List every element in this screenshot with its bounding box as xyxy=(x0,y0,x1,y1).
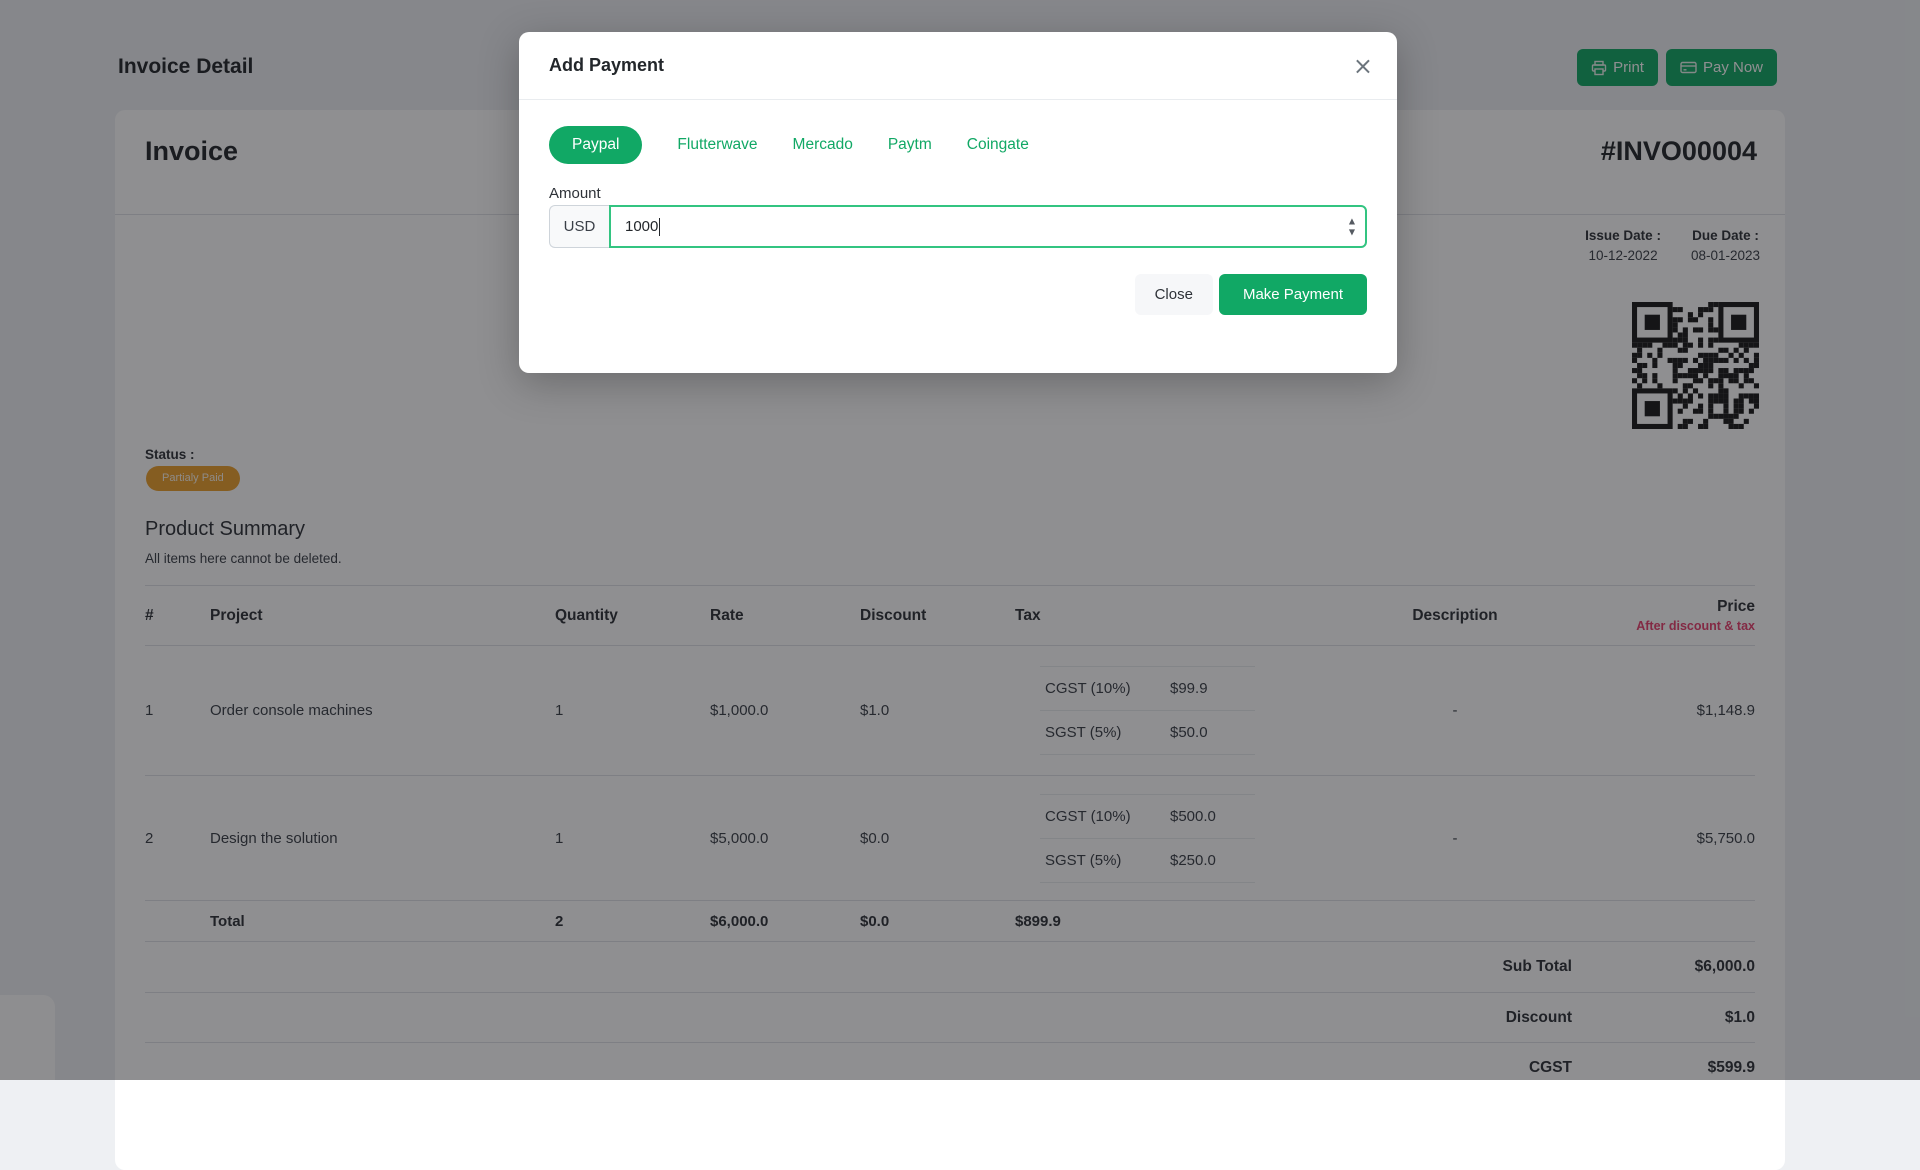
amount-input-group: USD 1000 ▲ ▼ xyxy=(549,205,1367,248)
spinner-down-icon[interactable]: ▼ xyxy=(1347,227,1357,237)
spinner-up-icon[interactable]: ▲ xyxy=(1347,216,1357,226)
amount-value: 1000 xyxy=(625,218,658,235)
currency-prefix: USD xyxy=(549,205,609,248)
tab-mercado[interactable]: Mercado xyxy=(793,136,853,154)
tab-flutterwave[interactable]: Flutterwave xyxy=(677,136,757,154)
text-caret xyxy=(659,218,660,236)
tab-paytm[interactable]: Paytm xyxy=(888,136,932,154)
add-payment-modal: Add Payment × Paypal Flutterwave Mercado… xyxy=(519,32,1397,373)
make-payment-button[interactable]: Make Payment xyxy=(1219,274,1367,315)
amount-label: Amount xyxy=(549,185,1367,202)
amount-input[interactable]: 1000 ▲ ▼ xyxy=(609,205,1367,248)
payment-method-tabs: Paypal Flutterwave Mercado Paytm Coingat… xyxy=(549,126,1367,164)
close-button[interactable]: Close xyxy=(1135,274,1213,315)
modal-title: Add Payment xyxy=(549,55,664,76)
tab-paypal[interactable]: Paypal xyxy=(549,126,642,164)
number-spinner: ▲ ▼ xyxy=(1347,216,1357,237)
tab-coingate[interactable]: Coingate xyxy=(967,136,1029,154)
close-icon[interactable]: × xyxy=(1353,54,1373,78)
modal-header: Add Payment × xyxy=(519,32,1397,100)
modal-body: Paypal Flutterwave Mercado Paytm Coingat… xyxy=(519,100,1397,315)
modal-actions: Close Make Payment xyxy=(549,274,1367,315)
